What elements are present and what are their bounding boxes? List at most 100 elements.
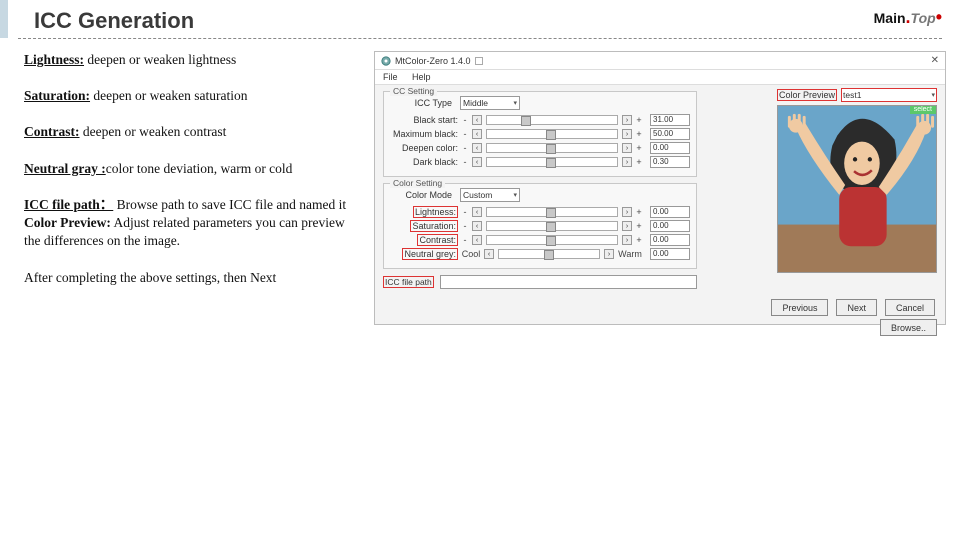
range-min-label: - [461,235,469,245]
color-mode-label: Color Mode [390,190,452,200]
slider-row: Dark black:-‹ ›+0.30 [390,156,690,168]
slider-thumb[interactable] [546,158,556,168]
range-max-label: + [635,157,643,167]
slider-thumb[interactable] [546,130,556,140]
app-window: MtColor-Zero 1.4.0 ✕ File Help CC Settin… [374,51,946,325]
range-max-label: + [635,235,643,245]
next-instruction: After completing the above settings, the… [24,269,364,287]
saturation-term: Saturation: [24,88,90,103]
preview-image: select [777,105,937,273]
slider-increment[interactable]: › [622,235,632,245]
contrast-term: Contrast: [24,124,80,139]
color-preview-select[interactable]: test1 ▾ [841,88,937,102]
slider-track[interactable] [486,235,618,245]
slider-track[interactable] [486,129,618,139]
slider-increment[interactable]: › [622,129,632,139]
chevron-down-icon: ▾ [931,91,935,99]
menubar: File Help [375,70,945,85]
slider-increment[interactable]: › [622,221,632,231]
slider-decrement[interactable]: ‹ [472,207,482,217]
icc-file-path-label: ICC file path [383,276,434,288]
slider-decrement[interactable]: ‹ [484,249,494,259]
icc-type-select[interactable]: Middle ▾ [460,96,520,110]
slider-decrement[interactable]: ‹ [472,157,482,167]
slider-thumb[interactable] [521,116,531,126]
slider-decrement[interactable]: ‹ [472,221,482,231]
slider-increment[interactable]: › [604,249,614,259]
slider-decrement[interactable]: ‹ [472,129,482,139]
icc-file-path-input[interactable] [440,275,697,289]
menu-file[interactable]: File [383,72,398,82]
slider-label: Dark black: [413,157,458,167]
lightness-term: Lightness: [24,52,84,67]
slider-thumb[interactable] [546,208,556,218]
slider-row: Contrast:-‹ ›+0.00 [390,234,690,246]
slider-label: Deepen color: [402,143,458,153]
slider-track[interactable] [486,115,618,125]
slider-decrement[interactable]: ‹ [472,143,482,153]
icc-path-desc: Browse path to save ICC file and named i… [117,197,346,212]
slider-thumb[interactable] [544,250,554,260]
slider-thumb[interactable] [546,144,556,154]
slider-thumb[interactable] [546,222,556,232]
maximize-icon[interactable] [475,57,483,65]
color-group-title: Color Setting [390,178,445,188]
slider-decrement[interactable]: ‹ [472,235,482,245]
color-mode-select[interactable]: Custom▾ [460,188,520,202]
slider-label: Contrast: [417,234,458,246]
slider-label: Lightness: [413,206,458,218]
saturation-desc: deepen or weaken saturation [90,88,247,103]
logo-top: Top [911,10,936,26]
slider-track[interactable] [486,143,618,153]
range-max-label: + [635,207,643,217]
slider-value-input[interactable]: 50.00 [650,128,690,140]
chevron-down-icon: ▾ [513,99,517,107]
range-max-label: Warm [617,249,643,259]
slider-track[interactable] [486,221,618,231]
icc-path-term: ICC file path： [24,197,113,212]
slider-value-input[interactable]: 0.00 [650,234,690,246]
close-icon[interactable]: ✕ [931,55,939,66]
menu-help[interactable]: Help [412,72,431,82]
brand-logo: Main.Top• [874,10,942,26]
slider-row: Neutral grey:Cool‹›Warm0.00 [390,248,690,260]
slider-track[interactable] [486,157,618,167]
icc-type-value: Middle [463,98,488,108]
slider-increment[interactable]: › [622,115,632,125]
cc-group-title: CC Setting [390,86,437,96]
range-max-label: + [635,221,643,231]
slider-track[interactable] [486,207,618,217]
slider-row: Black start:-‹›+31.00 [390,114,690,126]
browse-button[interactable]: Browse.. [880,319,937,336]
slider-value-input[interactable]: 0.00 [650,142,690,154]
range-min-label: - [461,221,469,231]
range-max-label: + [635,143,643,153]
range-max-label: + [635,129,643,139]
logo-trail-icon: • [936,7,942,27]
slider-label: Saturation: [410,220,458,232]
slider-value-input[interactable]: 31.00 [650,114,690,126]
slider-track[interactable] [498,249,600,259]
color-preview-value: test1 [843,90,861,100]
color-mode-value: Custom [463,190,492,200]
slider-increment[interactable]: › [622,157,632,167]
slider-increment[interactable]: › [622,143,632,153]
slider-value-input[interactable]: 0.00 [650,248,690,260]
range-min-label: - [461,157,469,167]
slide-title: ICC Generation [0,0,960,38]
slider-thumb[interactable] [546,236,556,246]
select-badge[interactable]: select [910,106,936,114]
contrast-desc: deepen or weaken contrast [80,124,227,139]
slider-value-input[interactable]: 0.00 [650,220,690,232]
slider-row: Saturation:-‹ ›+0.00 [390,220,690,232]
titlebar: MtColor-Zero 1.4.0 ✕ [375,52,945,70]
color-setting-group: Color Setting Color Mode Custom▾ Lightne… [383,183,697,269]
slider-decrement[interactable]: ‹ [472,115,482,125]
range-max-label: + [635,115,643,125]
app-title-text: MtColor-Zero 1.4.0 [395,56,471,66]
app-icon [381,56,391,66]
slider-value-input[interactable]: 0.00 [650,206,690,218]
slider-value-input[interactable]: 0.30 [650,156,690,168]
range-min-label: - [461,207,469,217]
slider-increment[interactable]: › [622,207,632,217]
